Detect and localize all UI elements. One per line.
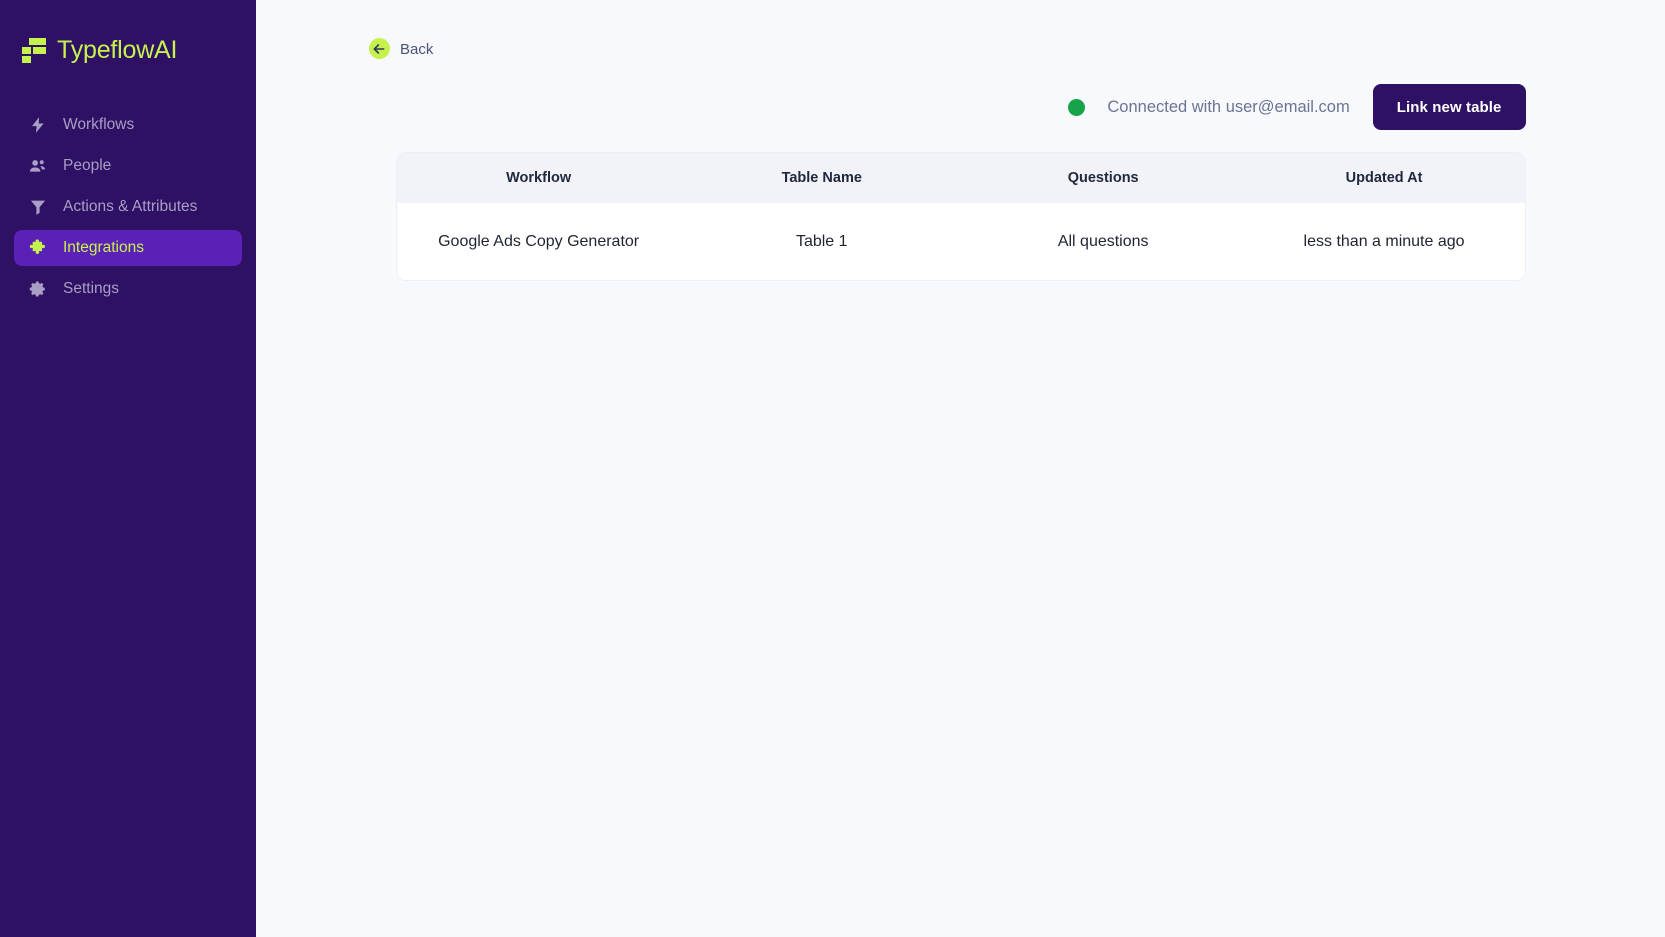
column-header-updated-at: Updated At [1243,153,1525,203]
connection-status-text: Connected with user@email.com [1107,97,1350,116]
cell-questions: All questions [962,203,1244,280]
sidebar-item-label: Actions & Attributes [63,198,198,215]
cell-updated-at: less than a minute ago [1243,203,1525,280]
column-header-questions: Questions [962,153,1244,203]
cell-table-name: Table 1 [680,203,963,280]
cell-workflow: Google Ads Copy Generator [396,203,681,280]
table-body: Google Ads Copy Generator Table 1 All qu… [396,203,1525,280]
linked-tables-card: Workflow Table Name Questions Updated At… [395,152,1526,281]
sidebar: TypeflowAI Workflows People Actions & At… [0,0,256,937]
column-header-table-name: Table Name [680,153,963,203]
back-button[interactable]: Back [368,38,433,60]
people-icon [28,157,47,176]
sidebar-item-settings[interactable]: Settings [14,271,242,307]
puzzle-piece-icon [28,238,47,258]
link-new-table-button[interactable]: Link new table [1372,84,1526,130]
sidebar-item-label: Integrations [63,239,144,256]
main-content: Back Connected with user@email.com Link … [256,0,1665,937]
lightning-bolt-icon [28,116,47,135]
sidebar-item-workflows[interactable]: Workflows [14,107,242,143]
status-indicator-dot-icon [1068,98,1086,116]
sidebar-item-integrations[interactable]: Integrations [14,230,242,266]
connection-status: Connected with user@email.com [1068,97,1350,117]
back-bar: Back [256,0,1665,62]
connection-row: Connected with user@email.com Link new t… [396,81,1526,133]
gear-icon [28,280,47,299]
funnel-filter-icon [28,198,47,217]
table-header: Workflow Table Name Questions Updated At [396,153,1525,203]
arrow-left-icon [368,38,390,60]
sidebar-item-label: People [63,157,112,174]
sidebar-item-actions-attributes[interactable]: Actions & Attributes [14,189,242,225]
column-header-workflow: Workflow [396,153,681,203]
linked-tables-table: Workflow Table Name Questions Updated At… [396,153,1525,280]
typeflow-logo-mark-icon [22,37,46,63]
sidebar-item-label: Settings [63,280,120,297]
back-label: Back [400,40,434,58]
table-row[interactable]: Google Ads Copy Generator Table 1 All qu… [396,203,1525,280]
brand-name: TypeflowAI [57,35,178,64]
brand-logo[interactable]: TypeflowAI [0,0,256,74]
integration-panel: Connected with user@email.com Link new t… [395,62,1526,281]
sidebar-nav: Workflows People Actions & Attributes In… [0,107,256,307]
sidebar-item-label: Workflows [63,116,135,133]
sidebar-item-people[interactable]: People [14,148,242,184]
table-header-row: Workflow Table Name Questions Updated At [396,153,1525,203]
